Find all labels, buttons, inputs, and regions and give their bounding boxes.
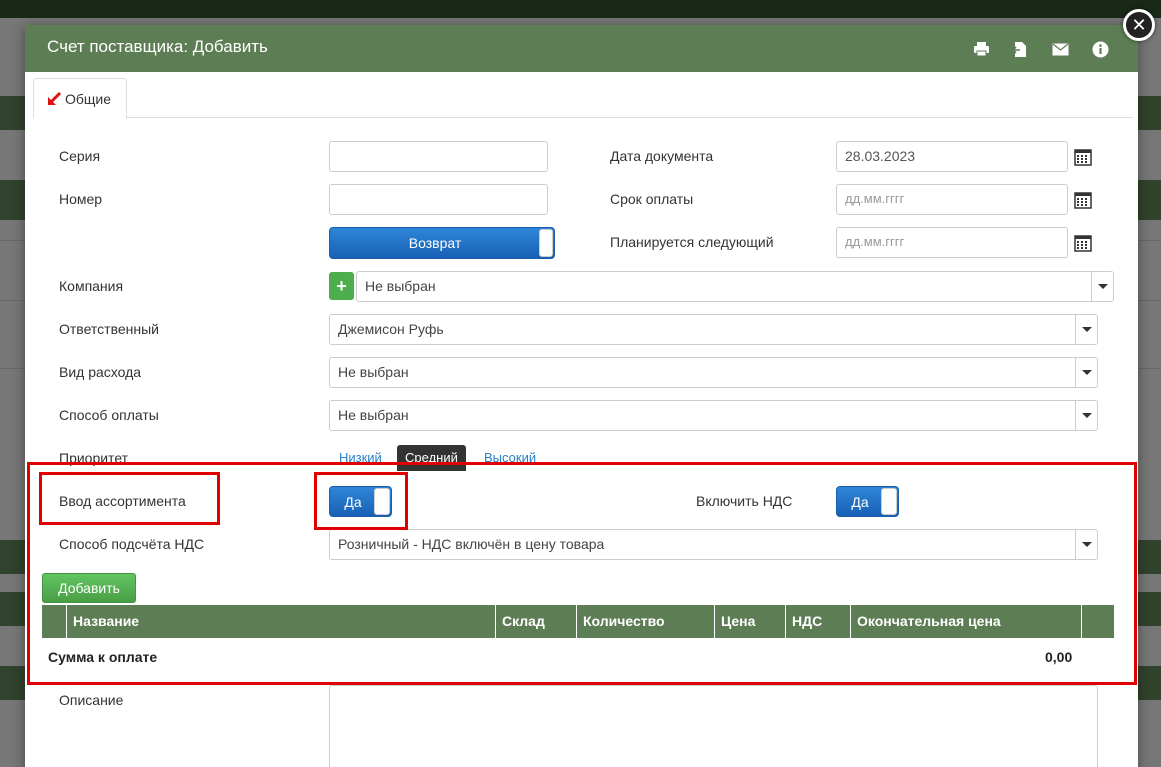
info-icon[interactable] [1091, 40, 1109, 58]
number-input[interactable] [329, 184, 548, 215]
number-label: Номер [59, 191, 103, 207]
responsible-select-value: Джемисон Руфь [338, 321, 444, 337]
payment-method-label: Способ оплаты [59, 407, 159, 423]
next-planned-input[interactable]: дд.мм.гггг [836, 227, 1068, 258]
description-label: Описание [59, 692, 124, 708]
tab-bar: Общие [33, 78, 1133, 119]
export-icon[interactable] [1011, 40, 1029, 58]
arrow-down-left-icon [48, 91, 62, 105]
tab-general[interactable]: Общие [33, 78, 127, 119]
doc-date-input[interactable]: 28.03.2023 [836, 141, 1068, 172]
return-toggle-label: Возврат [408, 235, 462, 251]
dialog-title: Счет поставщика: Добавить [47, 37, 268, 56]
responsible-select[interactable]: Джемисон Руфь [329, 314, 1098, 345]
return-toggle[interactable]: Возврат [329, 227, 555, 259]
payment-method-select[interactable]: Не выбран [329, 400, 1098, 431]
highlight-box-assortment-toggle [314, 472, 408, 530]
company-select-value: Не выбран [365, 278, 436, 294]
expense-type-select[interactable]: Не выбран [329, 357, 1098, 388]
company-label: Компания [59, 278, 124, 294]
expense-type-label: Вид расхода [59, 364, 142, 380]
chevron-down-icon [1091, 272, 1113, 301]
print-icon[interactable] [972, 40, 990, 58]
tab-general-label: Общие [65, 90, 112, 107]
doc-date-label: Дата документа [610, 148, 714, 164]
close-dialog-button[interactable]: ✕ [1123, 9, 1155, 41]
calendar-icon[interactable] [1074, 148, 1092, 166]
payment-method-select-value: Не выбран [338, 407, 409, 423]
toggle-knob [539, 229, 553, 257]
plus-icon: + [336, 275, 347, 296]
series-input[interactable] [329, 141, 548, 172]
expense-type-select-value: Не выбран [338, 364, 409, 380]
calendar-icon[interactable] [1074, 191, 1092, 209]
close-icon: ✕ [1131, 14, 1147, 35]
series-label: Серия [59, 148, 101, 164]
description-textarea[interactable] [329, 685, 1098, 767]
due-date-label: Срок оплаты [610, 191, 694, 207]
highlight-box-assortment-label [39, 472, 220, 525]
responsible-label: Ответственный [59, 321, 159, 337]
dialog-header: Счет поставщика: Добавить [25, 25, 1138, 72]
chevron-down-icon [1075, 315, 1097, 344]
chevron-down-icon [1075, 358, 1097, 387]
mail-icon[interactable] [1051, 40, 1069, 58]
due-date-input[interactable]: дд.мм.гггг [836, 184, 1068, 215]
company-select[interactable]: Не выбран [356, 271, 1114, 302]
add-company-button[interactable]: + [329, 272, 354, 300]
chevron-down-icon [1075, 401, 1097, 430]
calendar-icon[interactable] [1074, 234, 1092, 252]
next-planned-label: Планируется следующий [610, 234, 774, 250]
